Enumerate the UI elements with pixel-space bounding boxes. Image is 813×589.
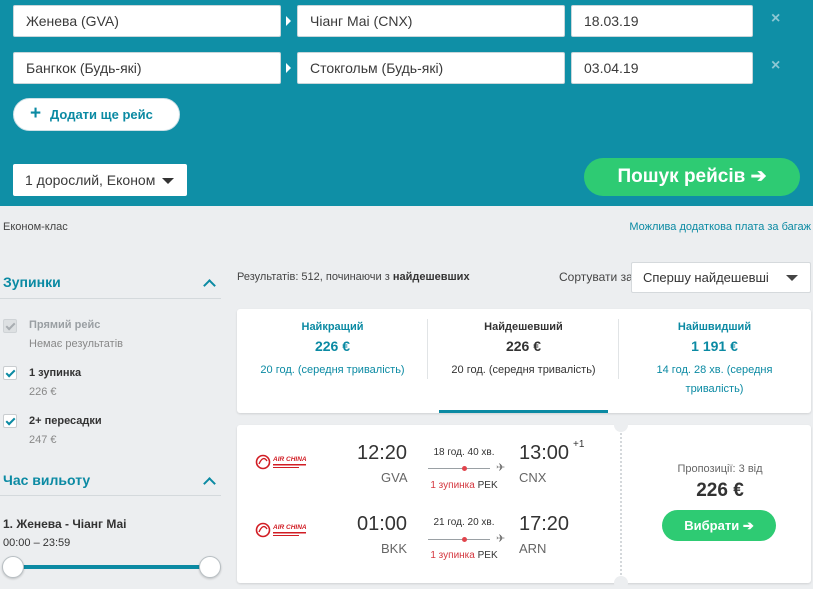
tab-best[interactable]: Найкращий 226 € 20 год. (середня тривалі… <box>237 309 428 413</box>
destination-field-1[interactable]: Чіанг Маі (CNX) <box>297 5 565 37</box>
divider <box>0 298 221 299</box>
sort-select[interactable]: Спершу найдешевші <box>631 262 811 293</box>
stops-count: 1 зупинка <box>430 480 475 491</box>
passengers-cabin-select[interactable]: 1 дорослий, Економ <box>13 164 187 196</box>
stops-info: 1 зупинка PEK <box>424 550 504 561</box>
route-line <box>428 539 490 540</box>
departure-time: 12:20 <box>357 442 408 464</box>
caret-down-icon <box>786 275 798 281</box>
search-flights-button[interactable]: Пошук рейсів ➔ <box>584 158 800 196</box>
ticket-notch <box>614 576 628 589</box>
two-plus-stops-checkbox[interactable] <box>3 414 17 428</box>
direct-flight-checkbox <box>3 319 17 333</box>
tab-price: 226 € <box>505 338 542 354</box>
destination-field-2[interactable]: Стокгольм (Будь-які) <box>297 52 565 84</box>
air-china-logo: AIR CHINA <box>255 454 307 470</box>
tab-title: Найкращий <box>301 321 364 333</box>
results-count-text: Результатів: 512, починаючи з <box>237 271 393 283</box>
departure-leg-label: 1. Женева - Чіанг Маі <box>3 517 127 531</box>
flight-price: 226 € <box>696 480 744 501</box>
one-stop-checkbox[interactable] <box>3 366 17 380</box>
divider <box>0 495 221 496</box>
tab-cheapest[interactable]: Найдешевший 226 € 20 год. (середня трива… <box>428 309 619 413</box>
one-stop-price: 226 € <box>29 386 57 398</box>
arrival-time: 17:20 <box>519 513 570 535</box>
results-count: Результатів: 512, починаючи з найдешевши… <box>237 271 470 283</box>
remove-leg-2-icon[interactable]: × <box>771 58 780 74</box>
flight-duration: 18 год. 40 хв. <box>433 447 495 458</box>
sort-value: Спершу найдешевші <box>643 270 769 285</box>
results-sort-emphasis: найдешевших <box>392 271 470 283</box>
tab-title: Найдешевший <box>484 321 563 333</box>
route-line <box>428 468 490 469</box>
tab-fastest[interactable]: Найшвидший 1 191 € 14 год. 28 хв. (серед… <box>619 309 810 413</box>
departure-slider-track[interactable] <box>14 565 210 569</box>
tab-price: 1 191 € <box>691 338 738 354</box>
add-flight-label: Додати ще рейс <box>50 107 153 122</box>
svg-text:AIR CHINA: AIR CHINA <box>272 456 307 463</box>
remove-leg-1-icon[interactable]: × <box>771 11 780 27</box>
sort-tabs: Найкращий 226 € 20 год. (середня тривалі… <box>237 309 811 413</box>
arrival-day-offset: +1 <box>573 439 585 450</box>
tab-title: Найшвидший <box>677 321 752 333</box>
tab-price: 226 € <box>314 338 351 354</box>
passengers-label: 1 дорослий, Економ <box>25 172 156 188</box>
stops-info: 1 зупинка PEK <box>424 480 504 491</box>
plane-icon: ✈ <box>496 533 506 545</box>
sort-label: Сортувати за <box>559 270 633 284</box>
departure-range-label: 00:00 – 23:59 <box>3 537 71 549</box>
origin-field-1[interactable]: Женева (GVA) <box>13 5 281 37</box>
arrival-airport: ARN <box>519 541 547 556</box>
offers-count: Пропозиції: 3 від <box>677 463 763 475</box>
stop-airport: PEK <box>477 550 498 561</box>
slider-handle-end[interactable] <box>199 556 221 578</box>
stops-filter-title[interactable]: Зупинки <box>3 274 61 290</box>
tab-duration: 14 год. 28 хв. (середня тривалість) <box>656 364 773 395</box>
divider <box>620 429 622 579</box>
date-field-2[interactable]: 03.04.19 <box>571 52 753 84</box>
origin-field-2[interactable]: Бангкок (Будь-які) <box>13 52 281 84</box>
cabin-class-note: Економ-клас <box>3 221 68 233</box>
stop-airport: PEK <box>477 480 498 491</box>
stop-dot <box>462 537 467 542</box>
add-flight-button[interactable]: + Додати ще рейс <box>13 98 180 131</box>
select-flight-button[interactable]: Вибрати ➔ <box>662 510 776 541</box>
active-tab-indicator <box>439 410 608 413</box>
departure-time: 01:00 <box>357 513 408 535</box>
plane-icon: ✈ <box>496 462 506 474</box>
arrival-airport: CNX <box>519 470 547 485</box>
direct-flight-label: Прямий рейс <box>29 319 101 331</box>
slider-handle-start[interactable] <box>2 556 24 578</box>
ticket-notch <box>614 418 628 432</box>
arrival-time: 13:00 <box>519 442 570 464</box>
svg-text:AIR CHINA: AIR CHINA <box>272 524 307 531</box>
stop-dot <box>462 466 467 471</box>
one-stop-label[interactable]: 1 зупинка <box>29 367 81 379</box>
two-plus-stops-price: 247 € <box>29 434 57 446</box>
route-arrow-icon <box>286 63 291 73</box>
date-field-1[interactable]: 18.03.19 <box>571 5 753 37</box>
departure-airport: BKK <box>381 541 408 556</box>
departure-airport: GVA <box>381 470 408 485</box>
search-panel: Женева (GVA) Чіанг Маі (CNX) 18.03.19 × … <box>0 0 813 206</box>
air-china-logo: AIR CHINA <box>255 522 307 538</box>
direct-flight-price: Немає результатів <box>29 338 123 350</box>
collapse-chevron-icon[interactable] <box>203 477 216 490</box>
route-arrow-icon <box>286 16 291 26</box>
tab-duration: 20 год. (середня тривалість) <box>260 364 405 376</box>
departure-time-filter-title[interactable]: Час вильоту <box>3 472 90 488</box>
caret-down-icon <box>162 178 174 184</box>
flight-result-card[interactable]: AIR CHINA 12:20 GVA 18 год. 40 хв. ✈ 1 з… <box>237 418 811 589</box>
stops-count: 1 зупинка <box>430 550 475 561</box>
collapse-chevron-icon[interactable] <box>203 279 216 292</box>
tab-duration: 20 год. (середня тривалість) <box>451 364 596 376</box>
plus-icon: + <box>30 103 42 124</box>
flight-duration: 21 год. 20 хв. <box>433 517 495 528</box>
two-plus-stops-label[interactable]: 2+ пересадки <box>29 415 102 427</box>
baggage-fee-link[interactable]: Можлива додаткова плата за багаж <box>629 221 811 233</box>
